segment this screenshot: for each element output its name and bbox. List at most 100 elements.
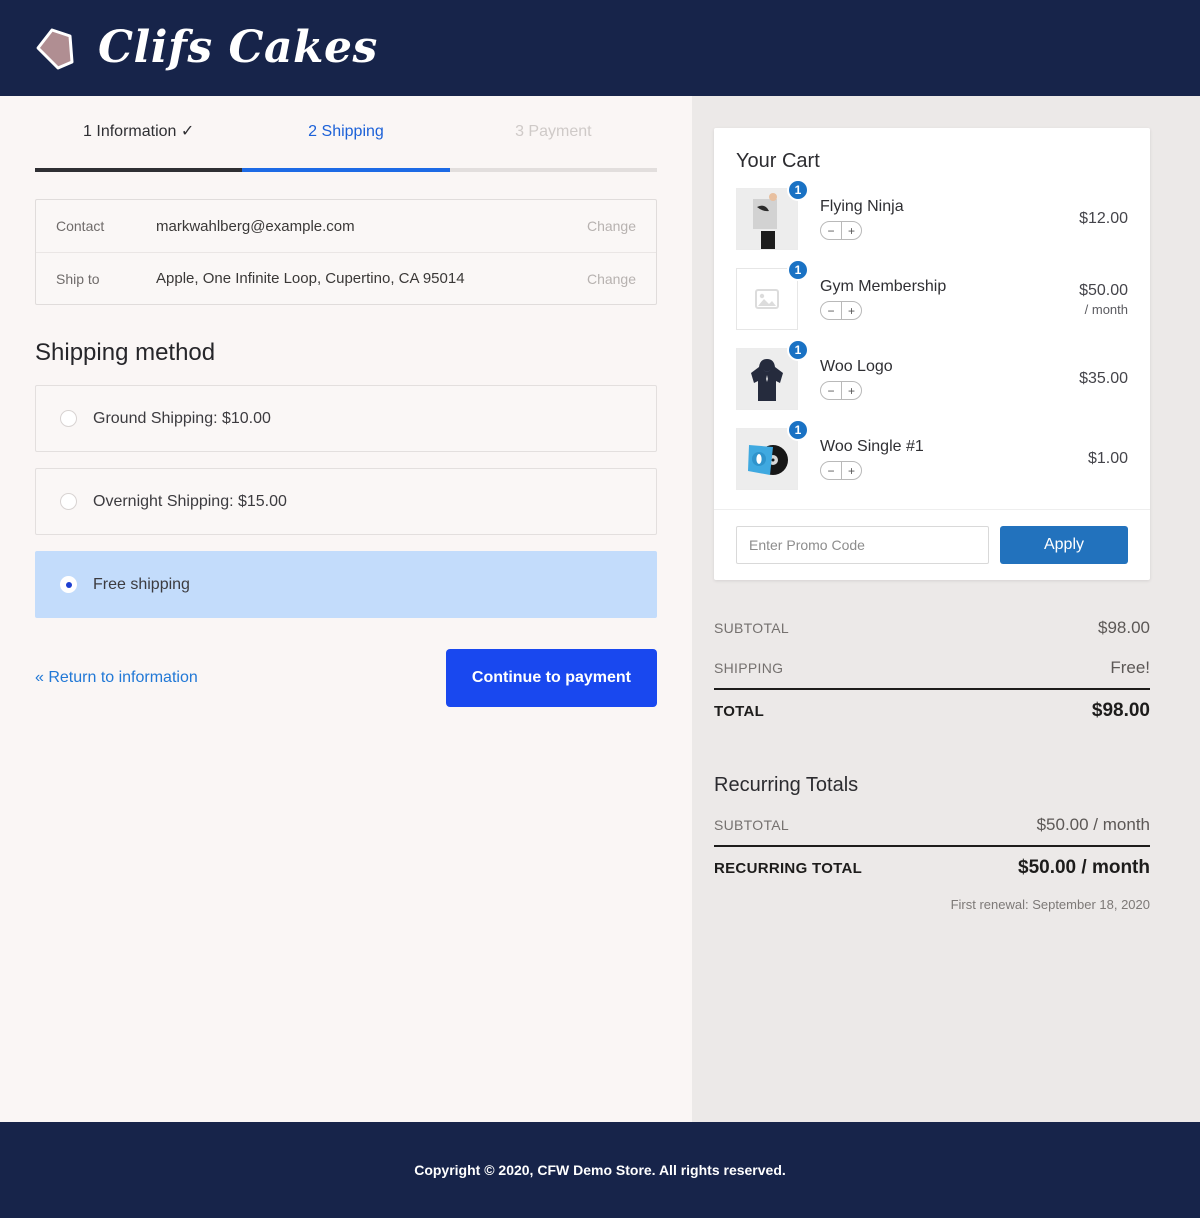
ship-to-value: Apple, One Infinite Loop, Cupertino, CA … [156,270,465,287]
steps-progress-bar [35,168,657,172]
decrease-quantity-button[interactable]: − [821,302,841,319]
cart-item: 1 Flying Ninja − + $12.00 [736,179,1128,259]
radio-free-icon[interactable] [60,576,77,593]
image-placeholder-icon [737,269,797,329]
apply-promo-button[interactable]: Apply [1000,526,1128,564]
brand-logo[interactable]: Clifs Cakes [30,22,378,74]
item-name: Flying Ninja [820,198,904,215]
quantity-badge: 1 [787,179,809,201]
recurring-row-subtotal: SUBTOTAL $50.00 / month [714,805,1150,845]
progress-segment-active [242,168,450,172]
item-price-amount: $35.00 [1079,370,1128,387]
item-price: $35.00 [1048,370,1128,388]
site-header: Clifs Cakes [0,0,1200,96]
thumbnail-wrapper: 1 [736,259,809,330]
item-details: Woo Single #1 − + [798,438,1048,480]
item-price-amount: $1.00 [1087,450,1128,467]
hoodie-icon [737,349,797,409]
increase-quantity-button[interactable]: + [841,302,861,319]
shipping-option-overnight-label: Overnight Shipping: $15.00 [93,492,287,510]
checkout-steps: 1 Information ✓ 2 Shipping 3 Payment [35,122,657,172]
quantity-badge: 1 [787,339,809,361]
brand-name: Clifs Cakes [98,22,378,73]
shipping-option-ground-label: Ground Shipping: $10.00 [93,409,271,427]
shipping-option-ground[interactable]: Ground Shipping: $10.00 [35,385,657,452]
summary-row-ship-to: Ship to Apple, One Infinite Loop, Cupert… [36,252,656,304]
thumbnail-wrapper: 1 [736,419,809,490]
shipping-method-list: Ground Shipping: $10.00 Overnight Shippi… [35,385,657,618]
first-renewal-note: First renewal: September 18, 2020 [950,897,1150,912]
subtotal-value: $98.00 [1098,618,1150,637]
quantity-stepper[interactable]: − + [820,381,862,400]
continue-to-payment-button[interactable]: Continue to payment [445,649,657,707]
order-summary-box: Contact markwahlberg@example.com Change … [35,199,657,305]
total-label: TOTAL [714,702,765,720]
item-billing-period: / month [1084,301,1128,317]
quantity-stepper[interactable]: − + [820,301,862,320]
item-price-amount: $12.00 [1079,210,1128,227]
ship-to-change-link[interactable]: Change [587,271,636,287]
radio-ground-icon[interactable] [60,410,77,427]
cart-item-list: 1 Flying Ninja − + $12.00 1 Gym Membersh… [714,179,1150,509]
progress-segment-done [35,168,243,172]
increase-quantity-button[interactable]: + [841,462,861,479]
item-price: $12.00 [1048,210,1128,228]
totals-row-shipping: SHIPPING Free! [714,648,1150,688]
copyright-text: Copyright © 2020, CFW Demo Store. All ri… [414,1162,786,1178]
quantity-stepper[interactable]: − + [820,221,862,240]
recurring-subtotal-label: SUBTOTAL [714,817,790,833]
increase-quantity-button[interactable]: + [841,382,861,399]
recurring-row-total: RECURRING TOTAL $50.00 / month [714,845,1150,889]
site-footer: Copyright © 2020, CFW Demo Store. All ri… [0,1122,1200,1218]
checkout-sidebar: Your Cart 1 Flying Ninja − + $12.00 1 Gy… [692,96,1200,1122]
decrease-quantity-button[interactable]: − [821,222,841,239]
shipping-option-free-label: Free shipping [93,575,190,593]
vinyl-record-icon [737,429,797,489]
item-name: Woo Logo [820,358,893,375]
decrease-quantity-button[interactable]: − [821,382,841,399]
item-name: Gym Membership [820,278,947,295]
quantity-badge: 1 [787,259,809,281]
promo-code-input[interactable] [736,526,989,564]
ship-to-label: Ship to [56,270,100,287]
total-value: $98.00 [1091,700,1150,721]
subtotal-label: SUBTOTAL [714,620,790,636]
recurring-total-label: RECURRING TOTAL [714,859,863,877]
recurring-totals: SUBTOTAL $50.00 / month RECURRING TOTAL … [714,805,1150,912]
step-payment[interactable]: 3 Payment [450,122,657,142]
cart-item: 1 Gym Membership − + $50.00 / month [736,259,1128,339]
recurring-total-value: $50.00 / month [1018,857,1150,878]
item-details: Flying Ninja − + [798,198,1048,240]
checkout-actions: « Return to information Continue to paym… [35,648,657,708]
shipping-method-title: Shipping method [35,339,216,366]
cart-item: 1 Woo Single #1 − + $1.00 [736,419,1128,499]
product-thumbnail-flying-ninja [736,188,798,250]
item-price-amount: $50.00 [1079,281,1128,299]
item-name: Woo Single #1 [820,438,924,455]
radio-overnight-icon[interactable] [60,493,77,510]
cart-item: 1 Woo Logo − + $35.00 [736,339,1128,419]
contact-change-link[interactable]: Change [587,218,636,234]
totals-row-subtotal: SUBTOTAL $98.00 [714,608,1150,648]
item-details: Woo Logo − + [798,358,1048,400]
contact-label: Contact [56,218,105,234]
promo-code-bar: Apply [714,509,1150,580]
cart-title: Your Cart [736,150,820,172]
increase-quantity-button[interactable]: + [841,222,861,239]
contact-value: markwahlberg@example.com [156,217,355,235]
quantity-badge: 1 [787,419,809,441]
product-thumbnail-gym-membership [736,268,798,330]
shipping-value: Free! [1110,658,1150,677]
summary-row-contact: Contact markwahlberg@example.com Change [36,200,656,252]
return-to-information-link[interactable]: « Return to information [35,669,198,687]
step-shipping[interactable]: 2 Shipping [242,122,449,142]
shipping-option-overnight[interactable]: Overnight Shipping: $15.00 [35,468,657,535]
progress-segment-pending [449,168,657,172]
step-information[interactable]: 1 Information ✓ [35,122,242,142]
item-price: $1.00 [1048,450,1128,468]
decrease-quantity-button[interactable]: − [821,462,841,479]
shipping-option-free[interactable]: Free shipping [35,551,657,618]
item-price: $50.00 / month [1048,282,1128,317]
product-thumbnail-woo-single [736,428,798,490]
quantity-stepper[interactable]: − + [820,461,862,480]
